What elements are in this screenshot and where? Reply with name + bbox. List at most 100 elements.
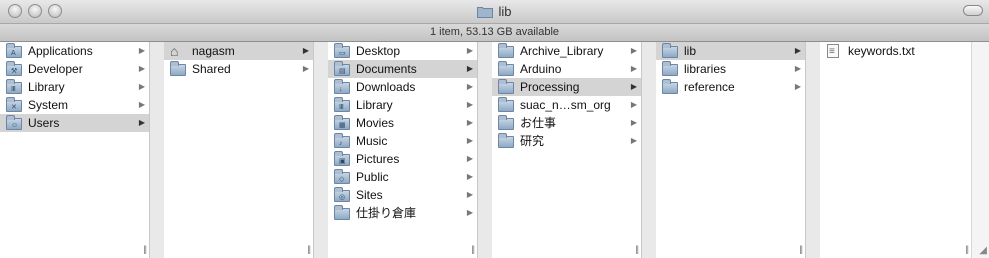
- status-bar: 1 item, 53.13 GB available: [0, 24, 989, 42]
- column-1[interactable]: A Applications ▶ ⚒ Developer ▶ Ⅲ Library ▶ ✕ Sy…: [0, 42, 150, 258]
- system-folder-icon: ✕: [6, 97, 22, 112]
- list-item[interactable]: お仕事 ▶: [492, 114, 641, 132]
- disclosure-arrow-icon: ▶: [630, 82, 637, 91]
- folder-icon: [334, 205, 350, 220]
- disclosure-arrow-icon: ▶: [302, 46, 309, 55]
- column-6[interactable]: keywords.txt ||: [820, 42, 972, 258]
- folder-icon: [662, 61, 678, 76]
- list-item[interactable]: ◇ Public ▶: [328, 168, 477, 186]
- disclosure-arrow-icon: ▶: [138, 82, 145, 91]
- column-2[interactable]: ⌂ nagasm ▶ Shared ▶ ||: [164, 42, 314, 258]
- column-resize-handle[interactable]: ||: [307, 244, 311, 254]
- finder-window: lib 1 item, 53.13 GB available A Applicat…: [0, 0, 989, 258]
- list-item[interactable]: 仕掛り倉庫 ▶: [328, 204, 477, 222]
- list-item[interactable]: Ⅲ Library ▶: [0, 78, 149, 96]
- disclosure-arrow-icon: ▶: [466, 190, 473, 199]
- disclosure-arrow-icon: ▶: [138, 64, 145, 73]
- list-item-selected[interactable]: lib ▶: [656, 42, 805, 60]
- column-resize-handle[interactable]: ||: [965, 244, 969, 254]
- column-divider: [478, 42, 492, 258]
- library-folder-icon: Ⅲ: [6, 79, 22, 94]
- column-5[interactable]: lib ▶ libraries ▶ reference ▶ ||: [656, 42, 806, 258]
- list-item[interactable]: ↓ Downloads ▶: [328, 78, 477, 96]
- list-item[interactable]: 研究 ▶: [492, 132, 641, 150]
- disclosure-arrow-icon: ▶: [794, 82, 801, 91]
- list-item-selected[interactable]: ☺ Users ▶: [0, 114, 149, 132]
- list-item[interactable]: Archive_Library ▶: [492, 42, 641, 60]
- disclosure-arrow-icon: ▶: [630, 46, 637, 55]
- title-bar: lib: [0, 0, 989, 24]
- column-resize-handle[interactable]: ||: [635, 244, 639, 254]
- downloads-folder-icon: ↓: [334, 79, 350, 94]
- toolbar-toggle-button[interactable]: [963, 5, 983, 16]
- library-folder-icon: Ⅲ: [334, 97, 350, 112]
- disclosure-arrow-icon: ▶: [466, 136, 473, 145]
- disclosure-arrow-icon: ▶: [466, 46, 473, 55]
- home-icon: ⌂: [170, 43, 179, 59]
- movies-folder-icon: ▦: [334, 115, 350, 130]
- status-text: 1 item, 53.13 GB available: [429, 26, 560, 38]
- list-item[interactable]: ▣ Pictures ▶: [328, 150, 477, 168]
- column-divider: [642, 42, 656, 258]
- column-divider: [806, 42, 820, 258]
- folder-icon: [498, 61, 514, 76]
- list-item[interactable]: keywords.txt: [820, 42, 971, 61]
- column-divider: [314, 42, 328, 258]
- window-resize-grip-icon[interactable]: ◢: [979, 245, 987, 256]
- public-folder-icon: ◇: [334, 169, 350, 184]
- desktop-folder-icon: ▭: [334, 43, 350, 58]
- music-folder-icon: ♪: [334, 133, 350, 148]
- list-item[interactable]: suac_n…sm_org ▶: [492, 96, 641, 114]
- developer-folder-icon: ⚒: [6, 61, 22, 76]
- folder-icon: [498, 115, 514, 130]
- folder-icon: [477, 5, 494, 21]
- folder-icon: [662, 43, 678, 58]
- disclosure-arrow-icon: ▶: [466, 118, 473, 127]
- window-title-text: lib: [498, 4, 512, 19]
- folder-icon: [498, 79, 514, 94]
- column-divider: [150, 42, 164, 258]
- sites-folder-icon: ◎: [334, 187, 350, 202]
- list-item[interactable]: libraries ▶: [656, 60, 805, 78]
- list-item[interactable]: Arduino ▶: [492, 60, 641, 78]
- disclosure-arrow-icon: ▶: [302, 64, 309, 73]
- folder-icon: [498, 43, 514, 58]
- list-item[interactable]: Ⅲ Library ▶: [328, 96, 477, 114]
- list-item-selected[interactable]: ⌂ nagasm ▶: [164, 42, 313, 60]
- list-item[interactable]: Shared ▶: [164, 60, 313, 78]
- column-3[interactable]: ▭ Desktop ▶ ▤ Documents ▶ ↓ Downloads ▶ Ⅲ Libra…: [328, 42, 478, 258]
- disclosure-arrow-icon: ▶: [794, 64, 801, 73]
- folder-icon: [170, 61, 186, 76]
- column-divider: [972, 42, 989, 258]
- folder-icon: [498, 97, 514, 112]
- column-resize-handle[interactable]: ||: [799, 244, 803, 254]
- list-item[interactable]: ✕ System ▶: [0, 96, 149, 114]
- pictures-folder-icon: ▣: [334, 151, 350, 166]
- list-item[interactable]: ◎ Sites ▶: [328, 186, 477, 204]
- disclosure-arrow-icon: ▶: [466, 154, 473, 163]
- disclosure-arrow-icon: ▶: [138, 100, 145, 109]
- documents-folder-icon: ▤: [334, 61, 350, 76]
- column-resize-handle[interactable]: ||: [143, 244, 147, 254]
- list-item-selected[interactable]: ▤ Documents ▶: [328, 60, 477, 78]
- column-4[interactable]: Archive_Library ▶ Arduino ▶ Processing ▶ su…: [492, 42, 642, 258]
- list-item[interactable]: ▭ Desktop ▶: [328, 42, 477, 60]
- disclosure-arrow-icon: ▶: [630, 64, 637, 73]
- users-folder-icon: ☺: [6, 115, 22, 130]
- folder-icon: [662, 79, 678, 94]
- column-browser: A Applications ▶ ⚒ Developer ▶ Ⅲ Library ▶ ✕ Sy…: [0, 42, 989, 258]
- disclosure-arrow-icon: ▶: [466, 82, 473, 91]
- list-item[interactable]: ♪ Music ▶: [328, 132, 477, 150]
- disclosure-arrow-icon: ▶: [630, 136, 637, 145]
- list-item-selected[interactable]: Processing ▶: [492, 78, 641, 96]
- disclosure-arrow-icon: ▶: [630, 100, 637, 109]
- list-item[interactable]: A Applications ▶: [0, 42, 149, 60]
- disclosure-arrow-icon: ▶: [466, 172, 473, 181]
- list-item[interactable]: ▦ Movies ▶: [328, 114, 477, 132]
- list-item[interactable]: reference ▶: [656, 78, 805, 96]
- disclosure-arrow-icon: ▶: [630, 118, 637, 127]
- column-resize-handle[interactable]: ||: [471, 244, 475, 254]
- disclosure-arrow-icon: ▶: [138, 118, 145, 127]
- list-item[interactable]: ⚒ Developer ▶: [0, 60, 149, 78]
- disclosure-arrow-icon: ▶: [138, 46, 145, 55]
